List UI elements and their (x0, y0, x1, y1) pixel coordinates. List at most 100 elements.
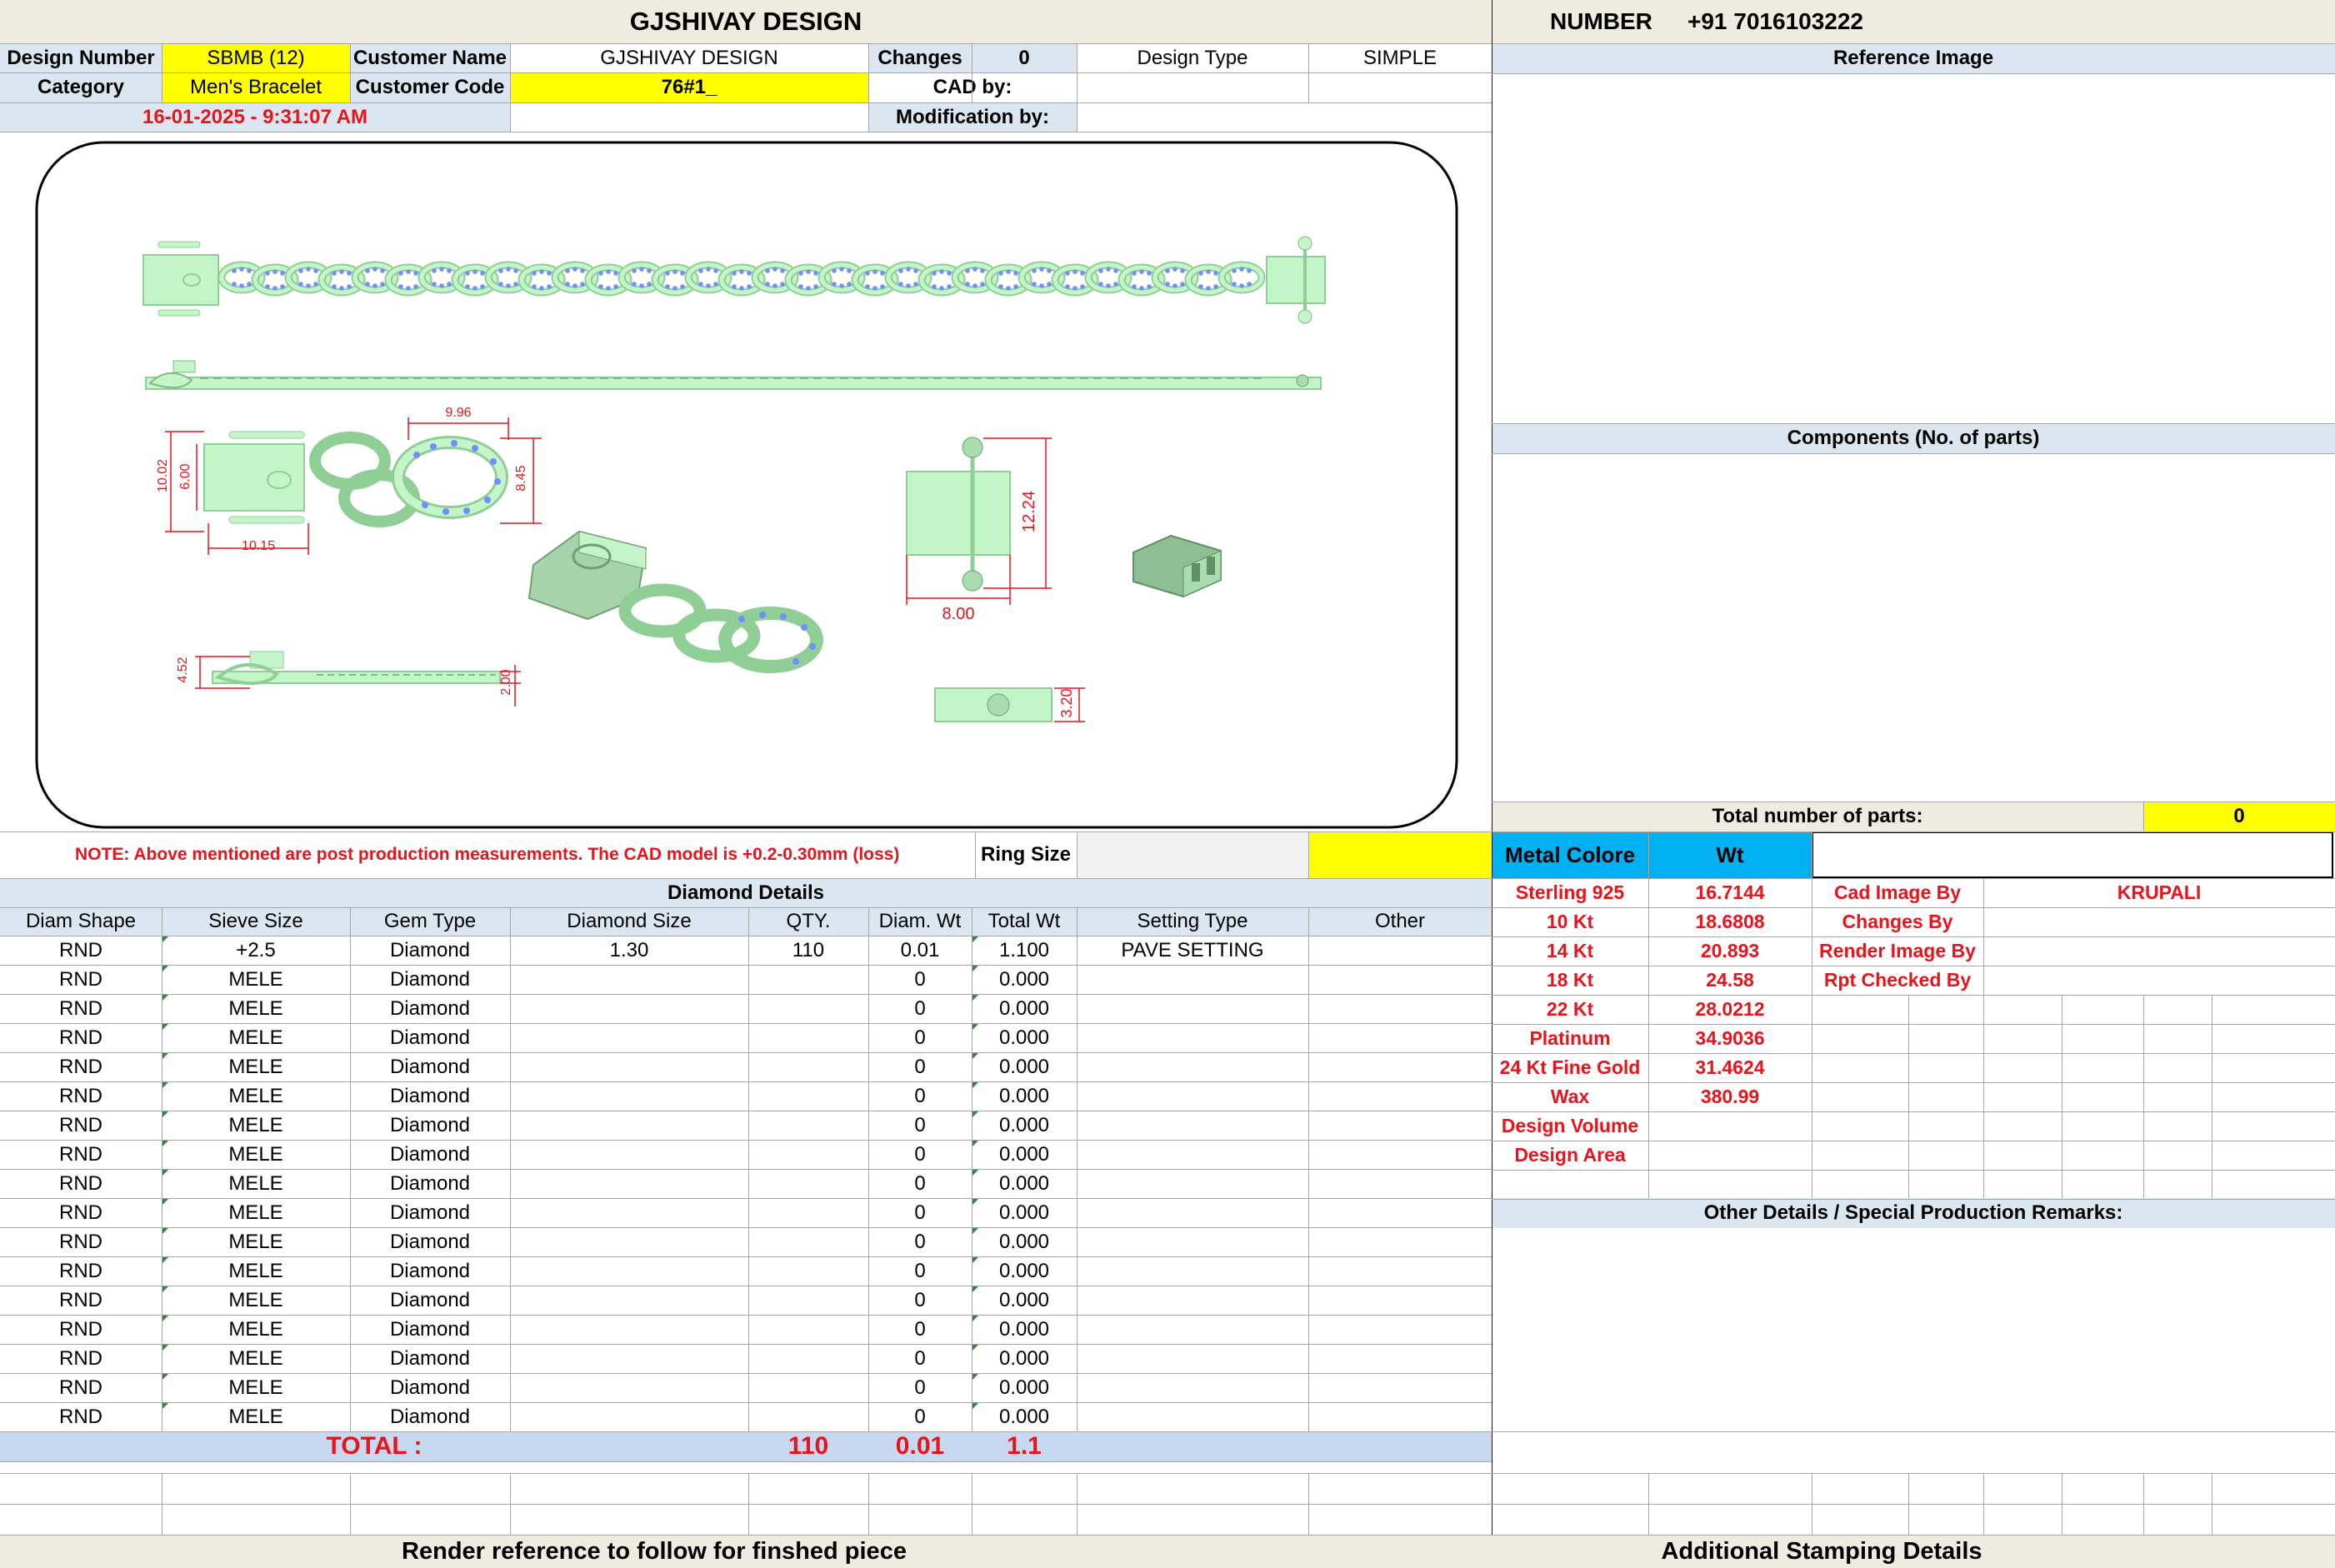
diamond-cell-6-8[interactable] (1308, 1111, 1492, 1140)
diamond-cell-6-3[interactable] (510, 1111, 748, 1140)
role-value-2[interactable] (1983, 936, 2335, 966)
diamond-cell-9-1[interactable]: MELE (162, 1198, 350, 1227)
metal-wt-0[interactable]: 16.7144 (1648, 878, 1812, 907)
metal-wt-1[interactable]: 18.6808 (1648, 907, 1812, 936)
diamond-cell-12-4[interactable] (748, 1286, 868, 1315)
metal-wt-8[interactable] (1648, 1111, 1812, 1141)
diamond-cell-14-2[interactable]: Diamond (350, 1344, 510, 1373)
diamond-cell-2-4[interactable] (748, 994, 868, 1023)
diamond-cell-7-7[interactable] (1077, 1140, 1308, 1169)
diamond-cell-4-0[interactable]: RND (0, 1052, 162, 1081)
other-details-area[interactable] (1492, 1228, 2335, 1431)
diamond-cell-15-3[interactable] (510, 1373, 748, 1402)
diamond-cell-14-5[interactable]: 0 (868, 1344, 972, 1373)
diamond-cell-5-6[interactable]: 0.000 (972, 1081, 1077, 1111)
diamond-cell-13-8[interactable] (1308, 1315, 1492, 1344)
diamond-cell-9-7[interactable] (1077, 1198, 1308, 1227)
diamond-cell-12-2[interactable]: Diamond (350, 1286, 510, 1315)
diamond-cell-3-3[interactable] (510, 1023, 748, 1052)
diamond-cell-5-1[interactable]: MELE (162, 1081, 350, 1111)
diamond-cell-0-8[interactable] (1308, 936, 1492, 965)
diamond-cell-5-5[interactable]: 0 (868, 1081, 972, 1111)
diamond-cell-3-0[interactable]: RND (0, 1023, 162, 1052)
diamond-cell-14-1[interactable]: MELE (162, 1344, 350, 1373)
metal-color-value[interactable] (1812, 831, 2333, 878)
diamond-cell-9-2[interactable]: Diamond (350, 1198, 510, 1227)
diamond-cell-16-8[interactable] (1308, 1402, 1492, 1431)
diamond-cell-15-5[interactable]: 0 (868, 1373, 972, 1402)
design-type-value[interactable]: SIMPLE (1308, 43, 1492, 72)
diamond-cell-6-1[interactable]: MELE (162, 1111, 350, 1140)
diamond-cell-11-8[interactable] (1308, 1256, 1492, 1286)
diamond-cell-14-8[interactable] (1308, 1344, 1492, 1373)
category-value[interactable]: Men's Bracelet (162, 72, 350, 102)
diamond-cell-5-0[interactable]: RND (0, 1081, 162, 1111)
diamond-cell-7-5[interactable]: 0 (868, 1140, 972, 1169)
diamond-cell-5-8[interactable] (1308, 1081, 1492, 1111)
role-value-0[interactable]: KRUPALI (1983, 878, 2335, 907)
diamond-cell-0-2[interactable]: Diamond (350, 936, 510, 965)
diamond-cell-8-6[interactable]: 0.000 (972, 1169, 1077, 1198)
diamond-cell-11-4[interactable] (748, 1256, 868, 1286)
diamond-cell-16-6[interactable]: 0.000 (972, 1402, 1077, 1431)
diamond-cell-1-2[interactable]: Diamond (350, 965, 510, 994)
diamond-cell-4-2[interactable]: Diamond (350, 1052, 510, 1081)
diamond-cell-4-1[interactable]: MELE (162, 1052, 350, 1081)
diamond-cell-16-0[interactable]: RND (0, 1402, 162, 1431)
diamond-cell-8-1[interactable]: MELE (162, 1169, 350, 1198)
metal-wt-9[interactable] (1648, 1141, 1812, 1170)
diamond-cell-1-5[interactable]: 0 (868, 965, 972, 994)
diamond-cell-0-1[interactable]: +2.5 (162, 936, 350, 965)
diamond-cell-3-1[interactable]: MELE (162, 1023, 350, 1052)
diamond-cell-11-5[interactable]: 0 (868, 1256, 972, 1286)
diamond-cell-12-1[interactable]: MELE (162, 1286, 350, 1315)
diamond-cell-16-1[interactable]: MELE (162, 1402, 350, 1431)
diamond-cell-1-3[interactable] (510, 965, 748, 994)
customer-code-value[interactable]: 76#1_ (510, 72, 868, 102)
diamond-cell-10-0[interactable]: RND (0, 1227, 162, 1256)
diamond-cell-0-7[interactable]: PAVE SETTING (1077, 936, 1308, 965)
diamond-cell-15-4[interactable] (748, 1373, 868, 1402)
diamond-cell-4-6[interactable]: 0.000 (972, 1052, 1077, 1081)
diamond-cell-4-5[interactable]: 0 (868, 1052, 972, 1081)
diamond-cell-11-7[interactable] (1077, 1256, 1308, 1286)
diamond-cell-1-0[interactable]: RND (0, 965, 162, 994)
diamond-cell-0-6[interactable]: 1.100 (972, 936, 1077, 965)
customer-name-value[interactable]: GJSHIVAY DESIGN (510, 43, 868, 72)
diamond-cell-6-7[interactable] (1077, 1111, 1308, 1140)
diamond-cell-1-6[interactable]: 0.000 (972, 965, 1077, 994)
diamond-cell-5-7[interactable] (1077, 1081, 1308, 1111)
diamond-cell-11-1[interactable]: MELE (162, 1256, 350, 1286)
diamond-cell-15-8[interactable] (1308, 1373, 1492, 1402)
metal-wt-6[interactable]: 31.4624 (1648, 1053, 1812, 1082)
diamond-cell-2-3[interactable] (510, 994, 748, 1023)
diamond-cell-15-1[interactable]: MELE (162, 1373, 350, 1402)
metal-wt-7[interactable]: 380.99 (1648, 1082, 1812, 1111)
diamond-cell-7-2[interactable]: Diamond (350, 1140, 510, 1169)
ring-size-highlight[interactable] (1308, 831, 1492, 878)
diamond-cell-3-8[interactable] (1308, 1023, 1492, 1052)
diamond-cell-11-0[interactable]: RND (0, 1256, 162, 1286)
diamond-cell-5-2[interactable]: Diamond (350, 1081, 510, 1111)
diamond-cell-14-7[interactable] (1077, 1344, 1308, 1373)
diamond-cell-12-8[interactable] (1308, 1286, 1492, 1315)
diamond-cell-10-8[interactable] (1308, 1227, 1492, 1256)
diamond-cell-16-5[interactable]: 0 (868, 1402, 972, 1431)
diamond-cell-13-6[interactable]: 0.000 (972, 1315, 1077, 1344)
diamond-cell-9-8[interactable] (1308, 1198, 1492, 1227)
diamond-cell-9-0[interactable]: RND (0, 1198, 162, 1227)
diamond-cell-10-4[interactable] (748, 1227, 868, 1256)
diamond-cell-2-5[interactable]: 0 (868, 994, 972, 1023)
diamond-cell-7-1[interactable]: MELE (162, 1140, 350, 1169)
metal-wt-3[interactable]: 24.58 (1648, 966, 1812, 995)
diamond-cell-0-0[interactable]: RND (0, 936, 162, 965)
diamond-cell-0-4[interactable]: 110 (748, 936, 868, 965)
role-value-3[interactable] (1983, 966, 2335, 995)
diamond-cell-9-3[interactable] (510, 1198, 748, 1227)
components-area[interactable] (1492, 453, 2335, 801)
diamond-cell-13-3[interactable] (510, 1315, 748, 1344)
diamond-cell-12-0[interactable]: RND (0, 1286, 162, 1315)
diamond-cell-11-2[interactable]: Diamond (350, 1256, 510, 1286)
diamond-cell-5-4[interactable] (748, 1081, 868, 1111)
diamond-cell-0-3[interactable]: 1.30 (510, 936, 748, 965)
